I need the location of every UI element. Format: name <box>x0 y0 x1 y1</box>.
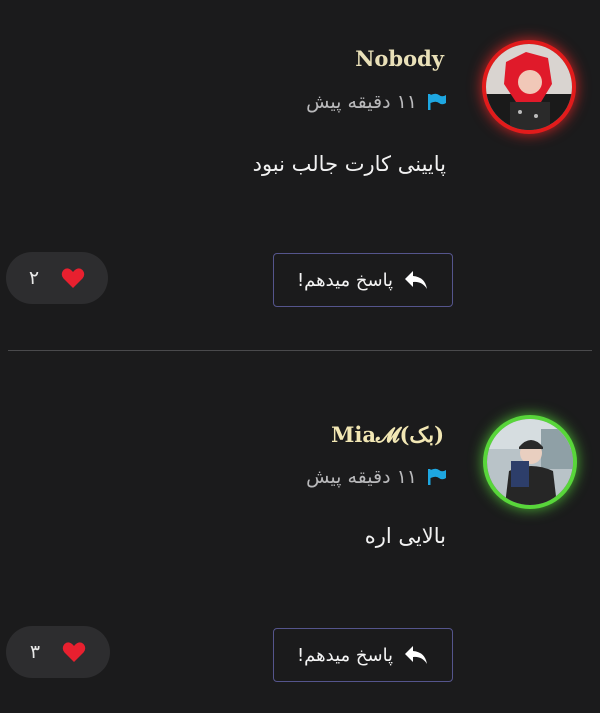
like-button[interactable]: ۲ <box>6 252 108 304</box>
user-avatar[interactable] <box>487 419 573 505</box>
like-count: ۳ <box>29 641 41 663</box>
like-count: ۲ <box>28 267 40 289</box>
heart-icon <box>62 642 86 662</box>
divider <box>8 350 592 351</box>
avatar-image <box>487 419 573 505</box>
comment-meta: ۱۱ دقیقه پیش <box>306 466 447 488</box>
avatar-image <box>486 44 572 130</box>
reply-button[interactable]: پاسخ میدهم! <box>273 628 453 682</box>
username[interactable]: Mia𝓜(بک) <box>331 422 444 448</box>
comment-time: ۱۱ دقیقه پیش <box>306 91 417 113</box>
comment-item: Mia𝓜(بک) ۱۱ دقیقه پیش بالایی اره پاسخ می… <box>0 352 600 713</box>
comment-text: بالایی اره <box>364 524 446 548</box>
comment-item: Nobody ۱۱ دقیقه پیش پایینی کارت جالب نبو… <box>0 0 600 350</box>
flag-icon[interactable] <box>427 93 447 111</box>
comment-meta: ۱۱ دقیقه پیش <box>306 91 447 113</box>
reply-label: پاسخ میدهم! <box>296 644 394 666</box>
flag-icon[interactable] <box>427 468 447 486</box>
reply-arrow-icon <box>405 271 428 289</box>
like-button[interactable]: ۳ <box>6 626 110 678</box>
comment-time: ۱۱ دقیقه پیش <box>306 466 417 488</box>
comment-text: پایینی کارت جالب نبود <box>252 152 446 176</box>
user-avatar[interactable] <box>486 44 572 130</box>
heart-icon <box>61 268 85 288</box>
reply-button[interactable]: پاسخ میدهم! <box>273 253 453 307</box>
reply-label: پاسخ میدهم! <box>296 269 394 291</box>
username[interactable]: Nobody <box>355 46 444 71</box>
reply-arrow-icon <box>405 646 428 664</box>
